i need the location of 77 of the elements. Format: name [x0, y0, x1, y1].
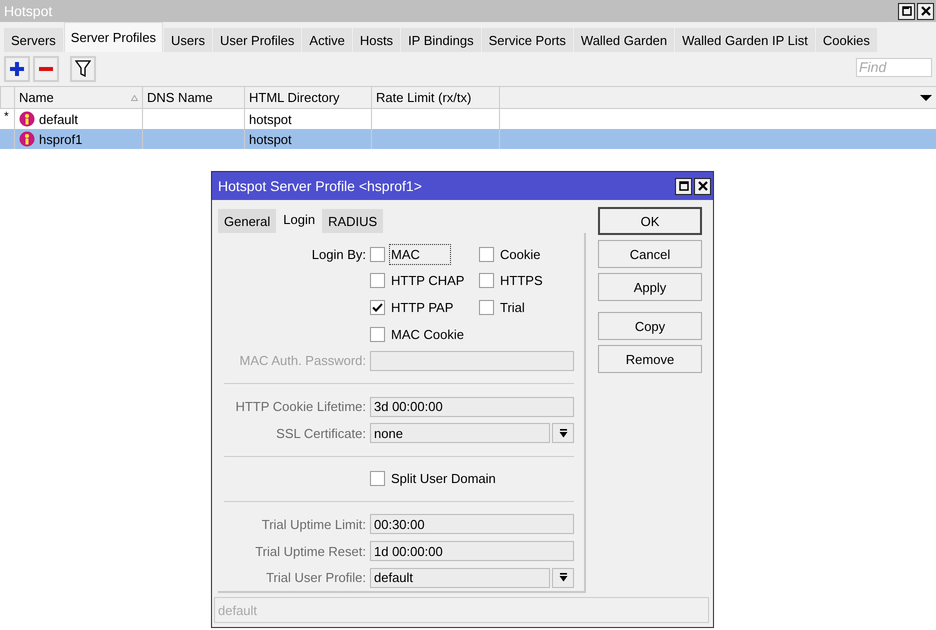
- table-row[interactable]: hsprof1 hotspot: [0, 129, 936, 149]
- tab[interactable]: User Profiles: [213, 28, 302, 52]
- checkmark-icon: [372, 303, 383, 312]
- dropdown-button[interactable]: [552, 568, 574, 588]
- remove-button[interactable]: [33, 56, 59, 82]
- checkbox[interactable]: HTTP PAP: [370, 297, 479, 318]
- filter-button[interactable]: [70, 56, 96, 82]
- column-label: Rate Limit (rx/tx): [376, 90, 472, 105]
- checkbox[interactable]: MAC Cookie: [370, 324, 479, 345]
- checkbox[interactable]: Split User Domain: [370, 468, 498, 490]
- field-label: SSL Certificate:: [276, 426, 366, 441]
- close-button[interactable]: [917, 2, 934, 20]
- column-label: Name: [19, 90, 54, 105]
- column-header[interactable]: HTML Directory: [244, 87, 371, 108]
- column-header[interactable]: Rate Limit (rx/tx): [371, 87, 499, 108]
- input-field[interactable]: 3d 00:00:00: [370, 396, 574, 417]
- dialog-button[interactable]: Remove: [598, 345, 702, 373]
- maximize-button[interactable]: [675, 178, 692, 194]
- table-cell: hotspot: [249, 132, 292, 146]
- tab[interactable]: IP Bindings: [401, 28, 481, 52]
- tab[interactable]: Hosts: [352, 28, 400, 52]
- dropdown-field[interactable]: none: [370, 423, 550, 444]
- restore-button[interactable]: [898, 2, 915, 20]
- column-label: HTML Directory: [249, 90, 340, 105]
- field-label: MAC Auth. Password:: [240, 353, 366, 368]
- table-cell: default: [39, 112, 78, 126]
- dialog-title: Hotspot Server Profile <hsprof1>: [218, 178, 422, 194]
- input-field[interactable]: 1d 00:00:00: [370, 541, 574, 562]
- tab[interactable]: Active: [302, 28, 352, 52]
- maximize-icon: [678, 181, 688, 191]
- add-button[interactable]: [4, 56, 30, 82]
- plus-icon: [9, 61, 25, 77]
- dropdown-button[interactable]: [552, 423, 574, 444]
- checkbox[interactable]: HTTP CHAP: [370, 270, 479, 292]
- field-label: Trial Uptime Limit:: [262, 516, 366, 532]
- dialog-button[interactable]: OK: [598, 207, 702, 235]
- filter-icon: [75, 60, 91, 78]
- tab[interactable]: Walled Garden: [574, 28, 674, 52]
- close-button[interactable]: [694, 178, 711, 194]
- table-cell: hotspot: [249, 112, 292, 126]
- dropdown-icon: [920, 94, 932, 102]
- dropdown-icon: [558, 428, 568, 438]
- tab[interactable]: Service Ports: [482, 28, 573, 52]
- profile-icon: [19, 111, 35, 127]
- row-marker: *: [4, 109, 9, 123]
- dialog-button[interactable]: Copy: [598, 312, 702, 340]
- field-label: Trial User Profile:: [266, 570, 366, 586]
- tab[interactable]: Users: [164, 28, 212, 52]
- close-icon: [698, 181, 708, 191]
- status-bar: default: [214, 597, 709, 623]
- tab[interactable]: Cookies: [816, 28, 877, 52]
- dropdown-field[interactable]: default: [370, 568, 550, 588]
- close-icon: [920, 6, 930, 16]
- field-label: Login By:: [312, 246, 366, 262]
- field-label: HTTP Cookie Lifetime:: [235, 399, 366, 414]
- dropdown-icon: [558, 573, 568, 582]
- tab[interactable]: Server Profiles: [64, 22, 164, 52]
- field-label: Trial Uptime Reset:: [255, 544, 366, 559]
- input-field[interactable]: 00:30:00: [370, 514, 574, 534]
- table-cell: hsprof1: [39, 132, 82, 146]
- tab[interactable]: General: [218, 209, 276, 233]
- restore-icon: [902, 6, 912, 16]
- column-header[interactable]: DNS Name: [142, 87, 244, 108]
- search-field[interactable]: Find: [856, 58, 932, 76]
- sort-icon: [131, 94, 138, 100]
- checkbox[interactable]: Cookie: [479, 244, 588, 265]
- tab[interactable]: RADIUS: [322, 209, 384, 233]
- column-header[interactable]: Name: [14, 87, 142, 108]
- column-label: DNS Name: [147, 90, 213, 105]
- checkbox[interactable]: Trial: [479, 297, 588, 318]
- dialog-button[interactable]: Apply: [598, 273, 702, 301]
- dialog-button[interactable]: Cancel: [598, 240, 702, 268]
- tab[interactable]: Walled Garden IP List: [675, 28, 815, 52]
- profile-icon: [19, 131, 35, 147]
- tab[interactable]: Servers: [4, 28, 63, 52]
- checkbox[interactable]: HTTPS: [479, 270, 588, 292]
- window-title: Hotspot: [3, 3, 52, 19]
